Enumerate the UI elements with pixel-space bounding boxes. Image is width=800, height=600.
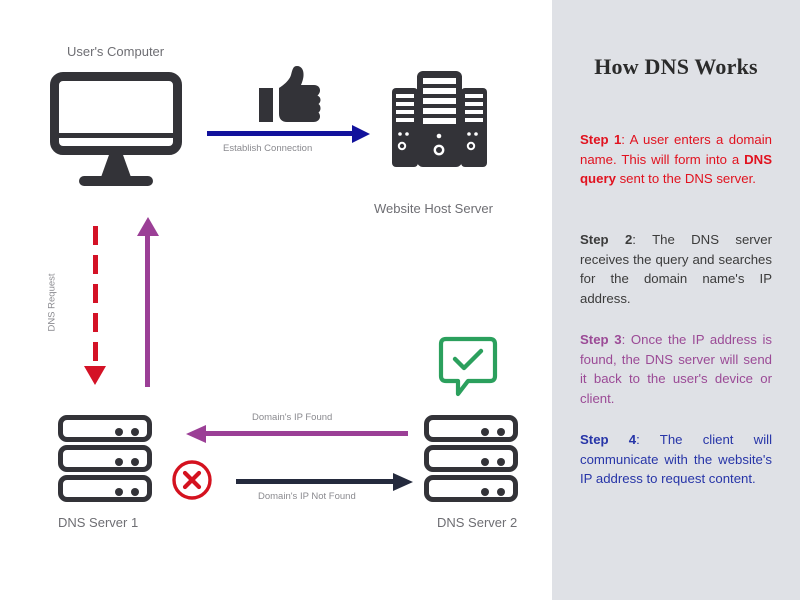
dns-request-label: DNS Request: [46, 273, 58, 332]
server-rack-unit: [58, 475, 152, 502]
check-bubble-icon: [438, 336, 498, 398]
explanation-panel: How DNS Works Step 1: A user enters a do…: [552, 0, 800, 600]
domain-ip-not-found-arrow-head: [393, 473, 413, 491]
rack-led: [131, 488, 139, 496]
domain-ip-found-label: Domain's IP Found: [252, 412, 333, 423]
step-1-text: Step 1: A user enters a domain name. Thi…: [580, 130, 772, 189]
monitor-screen-divider: [55, 133, 177, 138]
dns-infographic: User's Computer Establish Connection Web…: [0, 0, 800, 600]
server-rack-unit: [424, 415, 518, 442]
rack-led: [481, 488, 489, 496]
domain-ip-not-found-label: Domain's IP Not Found: [258, 491, 356, 502]
dns-server-2-icon: [424, 415, 518, 503]
dns-server-1-caption: DNS Server 1: [58, 515, 139, 530]
rack-led: [497, 488, 505, 496]
x-circle-icon: [170, 458, 214, 502]
monitor-stand-base: [79, 176, 153, 186]
step-3-text: Step 3: Once the IP address is found, th…: [580, 330, 772, 408]
dns-server-2-caption: DNS Server 2: [437, 515, 518, 530]
rack-led: [115, 458, 123, 466]
establish-connection-label: Establish Connection: [223, 143, 313, 154]
rack-led: [115, 428, 123, 436]
step-1-body-after: sent to the DNS server.: [615, 171, 756, 186]
step-4-label: Step 4: [580, 432, 637, 447]
monitor-screen: [50, 72, 182, 155]
step-3-label: Step 3: [580, 332, 622, 347]
server-rack-unit: [58, 415, 152, 442]
step-1-label: Step 1: [580, 132, 622, 147]
step-4-text: Step 4: The client will communicate with…: [580, 430, 772, 489]
user-computer-caption: User's Computer: [67, 44, 165, 59]
rack-led: [131, 458, 139, 466]
server-rack-unit: [424, 475, 518, 502]
dns-server-1-icon: [58, 415, 152, 503]
host-server-caption: Website Host Server: [374, 201, 493, 216]
dns-response-arrow-line: [145, 235, 150, 387]
step-2-text: Step 2: The DNS server receives the quer…: [580, 230, 772, 308]
dns-request-arrow-head: [84, 366, 106, 385]
rack-led: [481, 428, 489, 436]
server-rack-unit: [58, 445, 152, 472]
rack-led: [497, 458, 505, 466]
establish-connection-arrow-line: [207, 131, 355, 136]
rack-led: [497, 428, 505, 436]
monitor-icon: [50, 72, 190, 187]
rack-led: [481, 458, 489, 466]
domain-ip-found-arrow-head: [186, 425, 206, 443]
dns-request-arrow-line: [93, 226, 98, 368]
thumbs-up-icon: [256, 64, 322, 130]
domain-ip-not-found-arrow-line: [236, 479, 396, 484]
step-2-label: Step 2: [580, 232, 633, 247]
server-tower-icon: [392, 64, 487, 184]
server-rack-unit: [424, 445, 518, 472]
establish-connection-arrow-head: [352, 125, 370, 143]
rack-led: [115, 488, 123, 496]
rack-led: [131, 428, 139, 436]
dns-response-arrow-head: [137, 217, 159, 236]
page-title: How DNS Works: [594, 54, 758, 79]
domain-ip-found-arrow-line: [205, 431, 408, 436]
